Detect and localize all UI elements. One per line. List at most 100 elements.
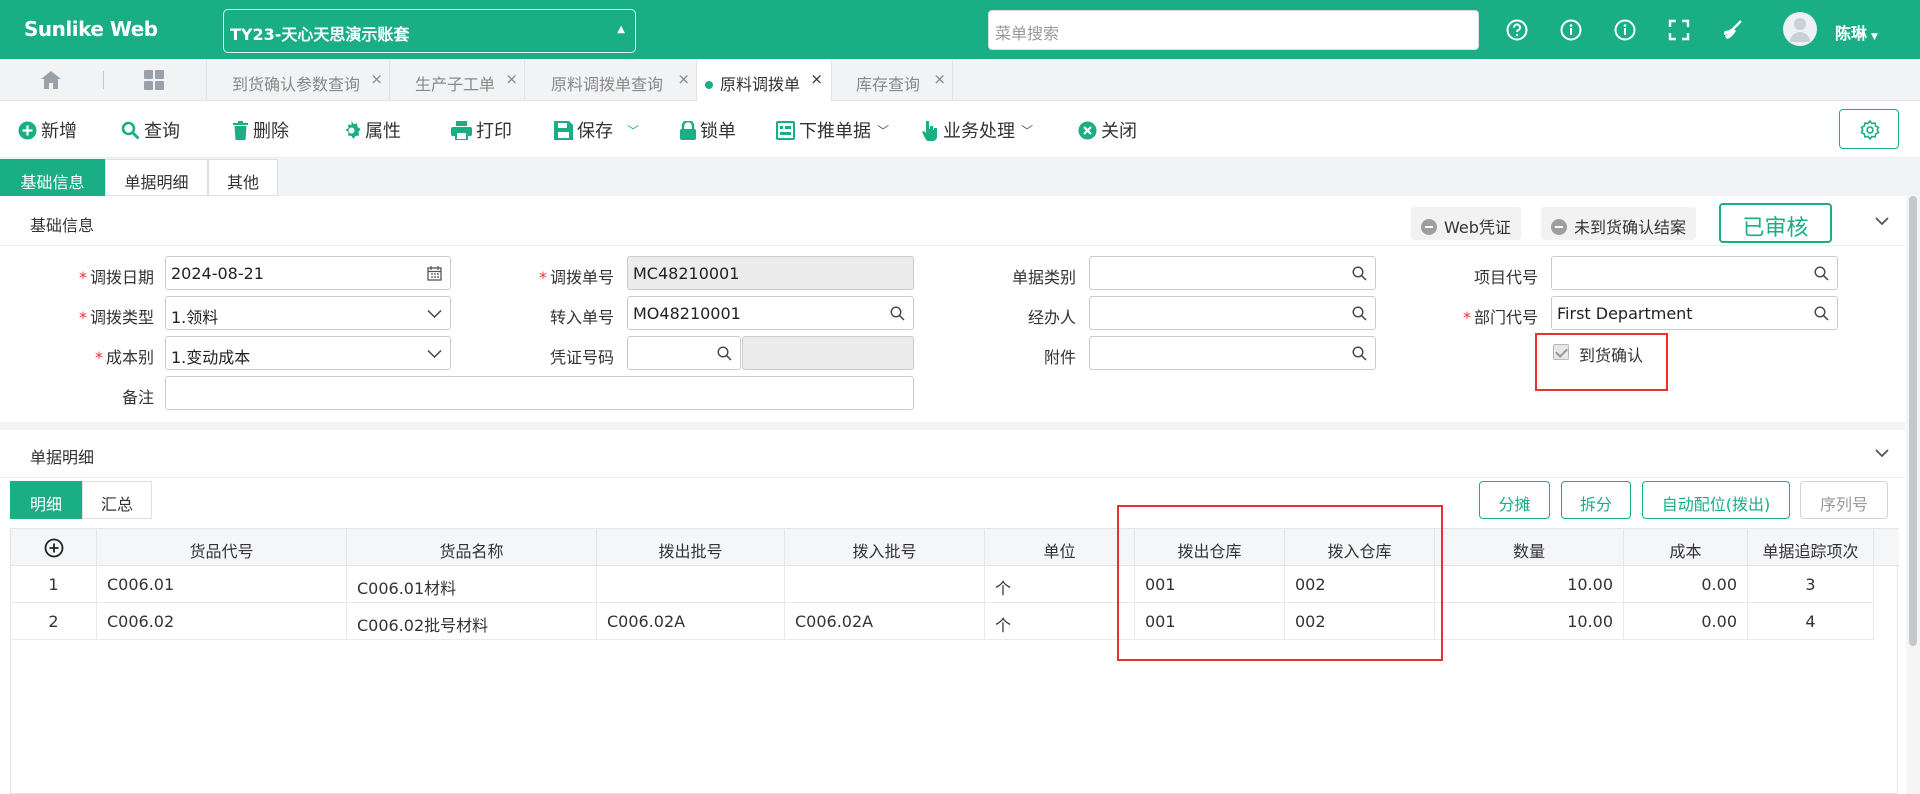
split-button[interactable]: 拆分 (1561, 481, 1631, 519)
tab-production-suborder[interactable]: 生产子工单 × (389, 60, 524, 101)
lock-button[interactable]: 锁单 (680, 117, 736, 143)
remark-field[interactable] (165, 376, 914, 410)
search-icon[interactable] (890, 306, 905, 321)
tab-arrival-confirm-query[interactable]: 到货确认参数查询 × (206, 60, 389, 101)
cell-cost[interactable]: 0.00 (1624, 566, 1748, 603)
search-icon[interactable] (717, 346, 732, 361)
cell-item-code[interactable]: C006.01 (97, 566, 347, 603)
close-icon[interactable]: × (505, 70, 518, 88)
cell-in-lot[interactable]: C006.02A (785, 603, 985, 640)
highlight-warehouse-columns (1117, 505, 1443, 661)
chevron-down-icon[interactable]: ﹀ (877, 122, 889, 139)
cell-quantity[interactable]: 10.00 (1435, 566, 1624, 603)
section-gap (0, 422, 1905, 430)
search-icon[interactable] (1814, 306, 1829, 321)
chevron-down-icon[interactable] (1875, 214, 1889, 228)
cell-item-name[interactable]: C006.01材料 (347, 566, 597, 603)
active-dot (705, 81, 713, 89)
chevron-down-icon[interactable]: ﹀ (627, 122, 639, 139)
scrollbar-thumb[interactable] (1909, 196, 1917, 646)
calendar-icon[interactable] (427, 266, 442, 281)
auto-slot-button[interactable]: 自动配位(拨出) (1642, 481, 1790, 519)
dept-code-field[interactable]: First Department (1551, 296, 1838, 330)
page-scrollbar[interactable] (1906, 196, 1920, 794)
property-button[interactable]: 属性 (342, 117, 401, 143)
close-icon[interactable]: × (933, 70, 946, 88)
save-button[interactable]: 保存 ﹀ (554, 117, 639, 143)
cell-cost[interactable]: 0.00 (1624, 603, 1748, 640)
tab-material-transfer-query[interactable]: 原料调拨单查询 × (524, 60, 696, 101)
cell-out-lot[interactable] (597, 566, 785, 603)
menu-search-input[interactable]: 菜单搜索 (988, 10, 1479, 50)
cell-unit[interactable]: 个 (985, 566, 1135, 603)
avatar[interactable] (1783, 12, 1817, 46)
delete-button[interactable]: 删除 (232, 117, 289, 143)
query-button[interactable]: 查询 (121, 117, 180, 143)
close-icon[interactable]: × (677, 70, 690, 88)
help-icon[interactable] (1506, 19, 1528, 41)
search-icon[interactable] (1352, 346, 1367, 361)
tab-material-transfer[interactable]: 原料调拨单 × (696, 60, 831, 101)
account-selector[interactable]: TY23-天心天思演示账套 ▲ (223, 9, 636, 53)
chevron-down-icon[interactable] (1875, 446, 1889, 460)
info-icon[interactable] (1560, 19, 1582, 41)
search-icon[interactable] (1352, 306, 1367, 321)
serial-number-button[interactable]: 序列号 (1800, 481, 1888, 519)
close-icon[interactable]: × (810, 70, 823, 88)
chevron-down-icon[interactable]: ﹀ (1021, 122, 1033, 139)
user-menu[interactable]: 陈琳 ▼ (1835, 20, 1878, 44)
col-trace-item[interactable]: 单据追踪项次 (1748, 529, 1874, 566)
voucher-no-field[interactable] (627, 336, 741, 370)
about-icon[interactable] (1614, 19, 1636, 41)
project-code-field[interactable] (1551, 256, 1838, 290)
col-item-code[interactable]: 货品代号 (97, 529, 347, 566)
cell-unit[interactable]: 个 (985, 603, 1135, 640)
handler-field[interactable] (1089, 296, 1376, 330)
allocate-button[interactable]: 分摊 (1479, 481, 1550, 519)
col-unit[interactable]: 单位 (985, 529, 1135, 566)
clean-icon[interactable] (1722, 19, 1744, 41)
print-button[interactable]: 打印 (451, 117, 512, 143)
col-in-lot[interactable]: 拨入批号 (785, 529, 985, 566)
source-no-field[interactable]: MO48210001 (627, 296, 914, 330)
tab-basic-info[interactable]: 基础信息 (0, 159, 105, 196)
tab-document-detail[interactable]: 单据明细 (105, 159, 208, 196)
tab-other[interactable]: 其他 (208, 159, 278, 196)
unconfirmed-close-button[interactable]: 未到货确认结案 (1541, 207, 1697, 240)
tab-inventory-query[interactable]: 库存查询 × (831, 60, 953, 101)
close-button[interactable]: 关闭 (1078, 117, 1137, 143)
business-process-button[interactable]: 业务处理 ﹀ (922, 117, 1033, 143)
close-icon[interactable]: × (370, 70, 383, 88)
col-item-name[interactable]: 货品名称 (347, 529, 597, 566)
cell-quantity[interactable]: 10.00 (1435, 603, 1624, 640)
tab-label: 生产子工单 (415, 75, 496, 94)
col-cost[interactable]: 成本 (1624, 529, 1748, 566)
basic-info-header: 基础信息 Web凭证 未到货确认结案 已审核 (0, 198, 1905, 246)
doc-category-field[interactable] (1089, 256, 1376, 290)
add-button[interactable]: 新增 (18, 117, 77, 143)
cell-item-code[interactable]: C006.02 (97, 603, 347, 640)
transfer-type-select[interactable]: 1.领料 (165, 296, 451, 330)
search-icon[interactable] (1814, 266, 1829, 281)
attachment-field[interactable] (1089, 336, 1376, 370)
search-icon[interactable] (1352, 266, 1367, 281)
apps-grid-icon[interactable] (143, 69, 165, 91)
cell-item-name[interactable]: C006.02批号材料 (347, 603, 597, 640)
highlight-arrival-confirm (1535, 333, 1668, 391)
fullscreen-icon[interactable] (1668, 19, 1690, 41)
tab-line-details[interactable]: 明细 (10, 481, 82, 519)
trash-icon (233, 120, 248, 140)
add-row-icon[interactable] (44, 538, 64, 558)
tab-summary[interactable]: 汇总 (82, 481, 152, 519)
cell-in-lot[interactable] (785, 566, 985, 603)
push-document-button[interactable]: 下推单据 ﹀ (776, 117, 889, 143)
cost-select[interactable]: 1.变动成本 (165, 336, 451, 370)
col-quantity[interactable]: 数量 (1435, 529, 1624, 566)
cell-out-lot[interactable]: C006.02A (597, 603, 785, 640)
transfer-date-field[interactable]: 2024-08-21 (165, 256, 451, 290)
home-icon[interactable] (40, 70, 62, 90)
col-out-lot[interactable]: 拨出批号 (597, 529, 785, 566)
add-row-header[interactable] (11, 529, 97, 566)
page-settings-button[interactable] (1839, 109, 1899, 149)
web-voucher-button[interactable]: Web凭证 (1411, 207, 1521, 240)
